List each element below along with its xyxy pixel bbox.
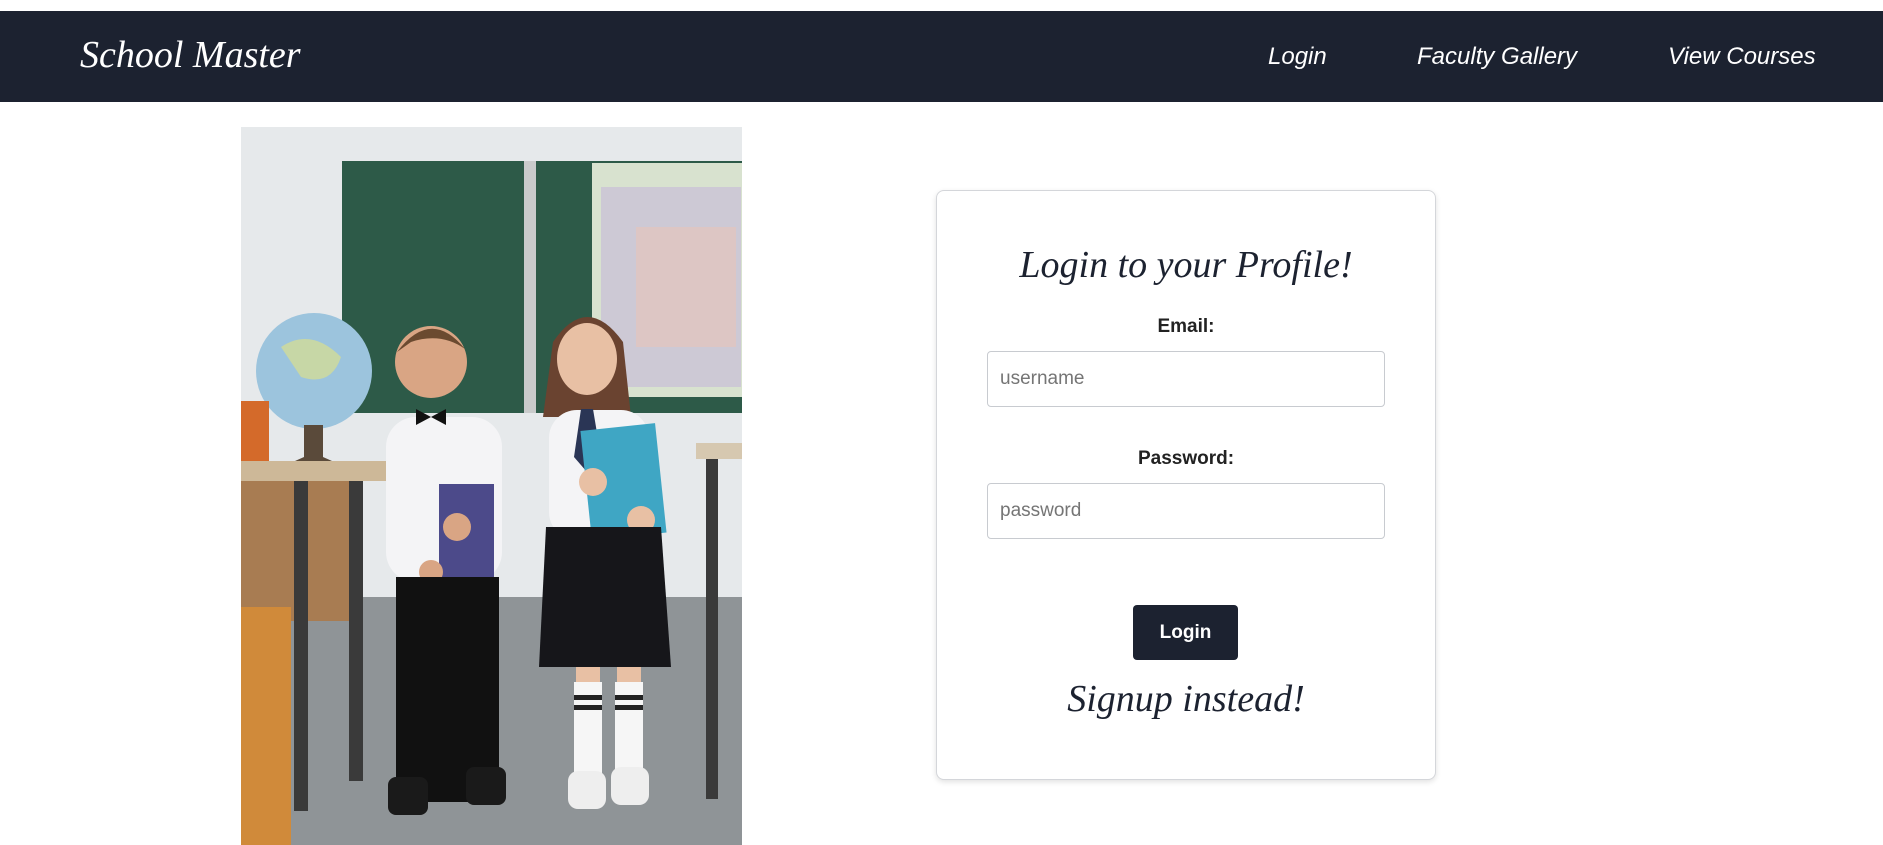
signup-link[interactable]: Signup instead! — [937, 675, 1435, 723]
classroom-photo — [241, 127, 742, 845]
nav-login-link[interactable]: Login — [1268, 34, 1327, 80]
login-card: Login to your Profile! Email: Password: … — [936, 190, 1436, 780]
brand-logo[interactable]: School Master — [80, 33, 301, 77]
password-field[interactable] — [987, 483, 1385, 539]
nav-view-courses-link[interactable]: View Courses — [1668, 34, 1816, 80]
email-field[interactable] — [987, 351, 1385, 407]
email-label: Email: — [1157, 316, 1215, 337]
nav-faculty-gallery-link[interactable]: Faculty Gallery — [1417, 34, 1577, 80]
navbar: School Master Login Faculty Gallery View… — [0, 11, 1883, 102]
top-strip — [0, 0, 1883, 11]
password-label: Password: — [1137, 448, 1235, 469]
login-button[interactable]: Login — [1133, 605, 1238, 660]
login-title: Login to your Profile! — [1019, 244, 1353, 286]
